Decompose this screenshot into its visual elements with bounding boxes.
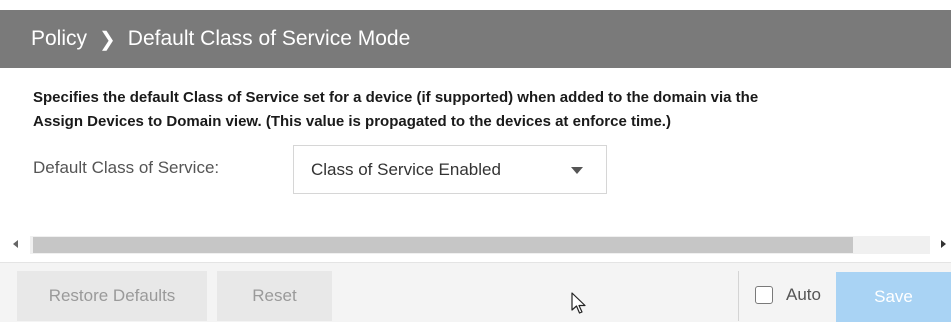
page-title: Default Class of Service Mode [127,27,411,50]
horizontal-scrollbar-thumb[interactable] [33,237,853,253]
caret-down-icon [571,167,583,174]
default-cos-label: Default Class of Service: [33,158,220,177]
panel-header: Policy ❯ Default Class of Service Mode [0,10,951,68]
description: Specifies the default Class of Service s… [33,86,933,134]
auto-checkbox[interactable] [755,286,773,304]
description-line-1: Specifies the default Class of Service s… [33,89,759,106]
scroll-right-icon[interactable] [941,240,946,248]
chevron-right-icon: ❯ [99,28,116,51]
auto-label: Auto [786,285,821,304]
description-line-2: Assign Devices to Domain view. (This val… [33,113,671,130]
select-value: Class of Service Enabled [311,159,501,179]
breadcrumb-section[interactable]: Policy [31,27,87,51]
toolbar-divider [738,271,739,321]
save-button[interactable]: Save [836,272,951,322]
reset-button[interactable]: Reset [217,271,332,321]
policy-panel: Policy ❯ Default Class of Service Mode S… [0,0,951,322]
scroll-left-icon[interactable] [13,240,18,248]
mouse-pointer-icon [571,292,586,314]
restore-defaults-button[interactable]: Restore Defaults [17,271,207,321]
default-cos-select[interactable]: Class of Service Enabled [293,145,607,194]
